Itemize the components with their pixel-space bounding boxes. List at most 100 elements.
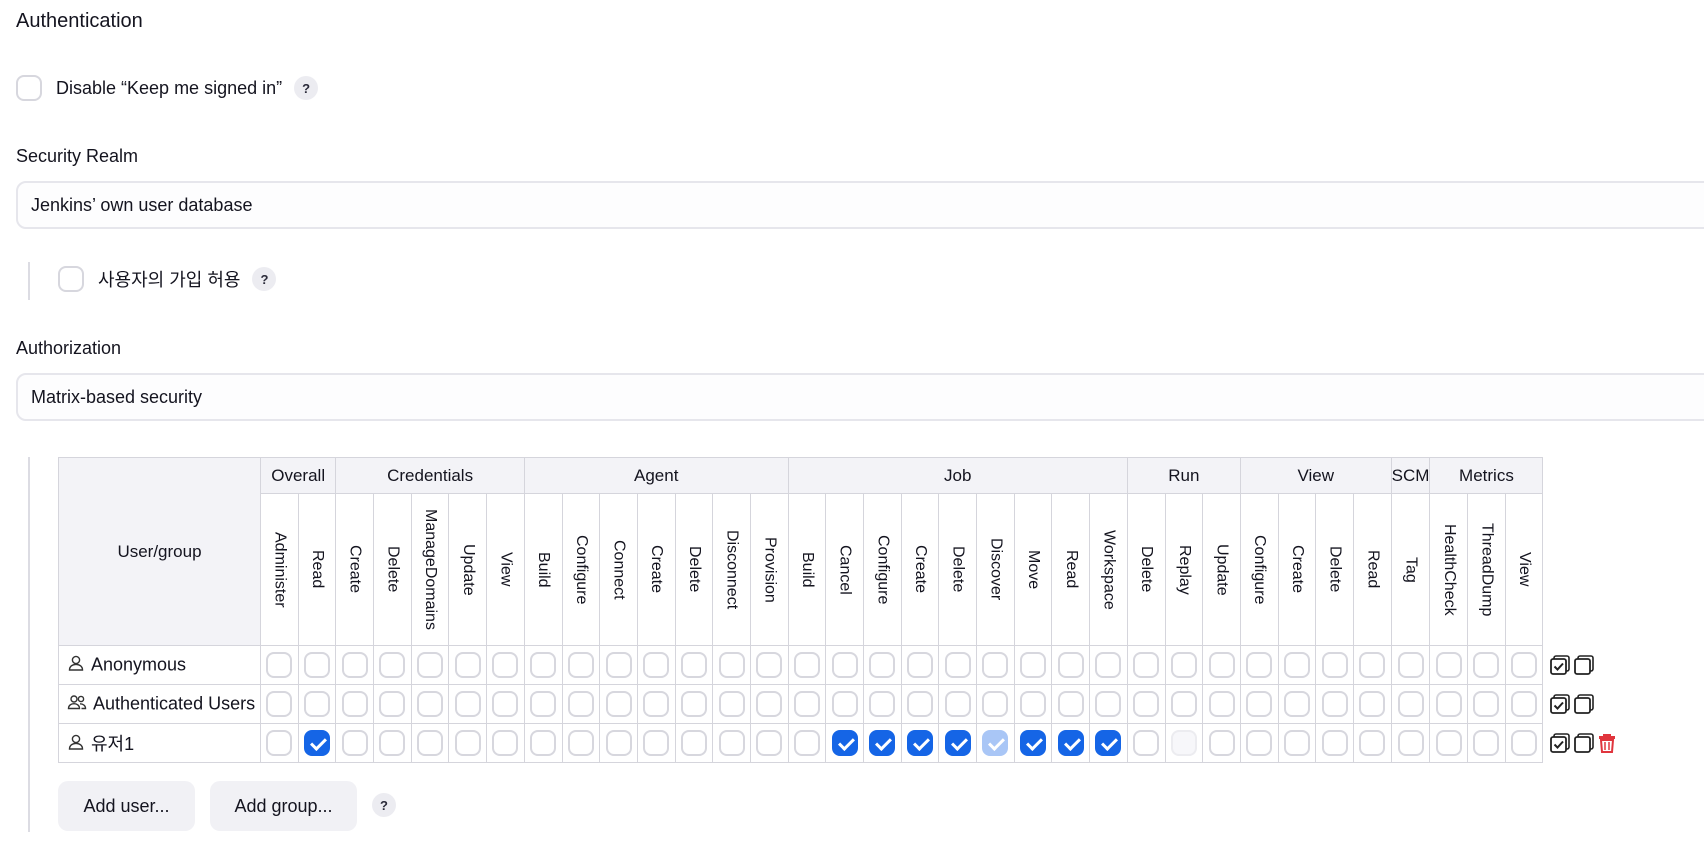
permission-checkbox[interactable] [1511,652,1538,678]
permission-checkbox[interactable] [756,730,783,756]
permission-checkbox[interactable] [1283,730,1310,756]
permission-checkbox[interactable] [1208,691,1235,717]
permission-checkbox[interactable] [1283,691,1310,717]
permission-checkbox[interactable] [567,730,594,756]
permission-checkbox[interactable] [1208,730,1235,756]
permission-checkbox[interactable] [1170,652,1197,678]
permission-checkbox[interactable] [304,730,331,756]
permission-checkbox[interactable] [944,730,971,756]
permission-checkbox[interactable] [567,652,594,678]
permission-checkbox[interactable] [341,691,368,717]
permission-checkbox[interactable] [530,652,557,678]
permission-checkbox[interactable] [1057,691,1084,717]
permission-checkbox[interactable] [1246,652,1273,678]
permission-checkbox[interactable] [982,730,1009,756]
permission-checkbox[interactable] [1133,652,1160,678]
permission-checkbox[interactable] [266,652,293,678]
permission-checkbox[interactable] [605,691,632,717]
security-realm-select[interactable]: Jenkins’ own user database [16,181,1704,229]
permission-checkbox[interactable] [1321,652,1348,678]
permission-checkbox[interactable] [605,652,632,678]
permission-checkbox[interactable] [266,691,293,717]
permission-checkbox[interactable] [605,730,632,756]
select-all-icon[interactable] [1549,654,1571,675]
permission-checkbox[interactable] [266,730,293,756]
permission-checkbox[interactable] [1208,652,1235,678]
unselect-all-icon[interactable] [1573,693,1595,714]
permission-checkbox[interactable] [341,730,368,756]
unselect-all-icon[interactable] [1573,732,1595,753]
permission-checkbox[interactable] [1321,691,1348,717]
permission-checkbox[interactable] [643,652,670,678]
allow-signup-help-icon[interactable]: ? [252,267,277,291]
permission-checkbox[interactable] [1246,730,1273,756]
permission-checkbox[interactable] [718,730,745,756]
select-all-icon[interactable] [1549,693,1571,714]
permission-checkbox[interactable] [454,691,481,717]
permission-checkbox[interactable] [1170,691,1197,717]
permission-checkbox[interactable] [907,730,934,756]
permission-checkbox[interactable] [1246,691,1273,717]
permission-checkbox[interactable] [831,652,858,678]
permission-checkbox[interactable] [1397,652,1424,678]
select-all-icon[interactable] [1549,732,1571,753]
permission-checkbox[interactable] [756,691,783,717]
permission-checkbox[interactable] [944,652,971,678]
permission-checkbox[interactable] [530,691,557,717]
permission-checkbox[interactable] [756,652,783,678]
permission-checkbox[interactable] [454,730,481,756]
permission-checkbox[interactable] [869,730,896,756]
keep-signed-in-checkbox[interactable] [16,75,42,101]
add-help-icon[interactable]: ? [372,793,396,817]
authorization-select[interactable]: Matrix-based security [16,373,1704,421]
permission-checkbox[interactable] [1095,652,1122,678]
permission-checkbox[interactable] [530,730,557,756]
permission-checkbox[interactable] [869,691,896,717]
permission-checkbox[interactable] [1397,730,1424,756]
permission-checkbox[interactable] [793,691,820,717]
permission-checkbox[interactable] [718,652,745,678]
permission-checkbox[interactable] [1511,691,1538,717]
permission-checkbox[interactable] [1020,691,1047,717]
permission-checkbox[interactable] [1133,691,1160,717]
permission-checkbox[interactable] [831,691,858,717]
permission-checkbox[interactable] [341,652,368,678]
permission-checkbox[interactable] [1095,691,1122,717]
permission-checkbox[interactable] [1321,730,1348,756]
permission-checkbox[interactable] [1473,691,1500,717]
permission-checkbox[interactable] [492,730,519,756]
permission-checkbox[interactable] [304,691,331,717]
permission-checkbox[interactable] [417,730,444,756]
add-user-button[interactable]: Add user... [58,781,195,831]
permission-checkbox[interactable] [1057,730,1084,756]
permission-checkbox[interactable] [1473,730,1500,756]
permission-checkbox[interactable] [982,691,1009,717]
permission-checkbox[interactable] [1020,730,1047,756]
permission-checkbox[interactable] [417,652,444,678]
permission-checkbox[interactable] [907,652,934,678]
add-group-button[interactable]: Add group... [210,781,357,831]
permission-checkbox[interactable] [869,652,896,678]
permission-checkbox[interactable] [1057,652,1084,678]
unselect-all-icon[interactable] [1573,654,1595,675]
permission-checkbox[interactable] [1435,652,1462,678]
permission-checkbox[interactable] [1359,730,1386,756]
permission-checkbox[interactable] [1359,691,1386,717]
permission-checkbox[interactable] [680,652,707,678]
permission-checkbox[interactable] [379,730,406,756]
permission-checkbox[interactable] [680,730,707,756]
permission-checkbox[interactable] [379,691,406,717]
permission-checkbox[interactable] [1435,691,1462,717]
permission-checkbox[interactable] [1170,730,1197,756]
permission-checkbox[interactable] [793,730,820,756]
permission-checkbox[interactable] [680,691,707,717]
permission-checkbox[interactable] [1359,652,1386,678]
permission-checkbox[interactable] [379,652,406,678]
permission-checkbox[interactable] [907,691,934,717]
keep-signed-in-help-icon[interactable]: ? [294,76,319,100]
permission-checkbox[interactable] [1283,652,1310,678]
permission-checkbox[interactable] [454,652,481,678]
permission-checkbox[interactable] [1473,652,1500,678]
permission-checkbox[interactable] [643,730,670,756]
permission-checkbox[interactable] [492,691,519,717]
